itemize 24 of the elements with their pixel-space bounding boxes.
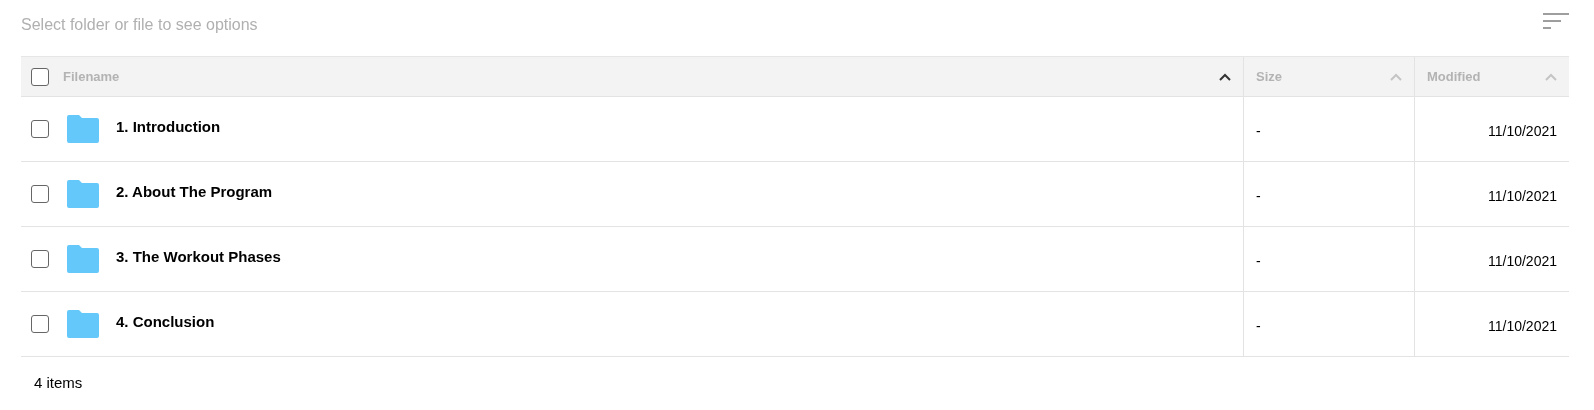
modified-date: 11/10/2021 [1487, 188, 1557, 204]
row-checkbox[interactable] [31, 315, 49, 333]
toolbar-hint: Select folder or file to see options [21, 16, 258, 34]
folder-icon [67, 310, 99, 338]
file-size: - [1256, 188, 1261, 204]
row-checkbox[interactable] [31, 185, 49, 203]
select-all-checkbox[interactable] [31, 67, 49, 86]
file-size: - [1256, 123, 1261, 139]
file-name[interactable]: 3. The Workout Phases [116, 247, 281, 265]
file-size: - [1256, 253, 1261, 269]
modified-date: 11/10/2021 [1487, 253, 1557, 269]
file-size: - [1256, 318, 1261, 334]
modified-date: 11/10/2021 [1487, 123, 1557, 139]
file-name[interactable]: 1. Introduction [116, 117, 221, 135]
modified-date: 11/10/2021 [1487, 318, 1557, 334]
sort-icon[interactable] [1543, 13, 1569, 31]
folder-icon [67, 115, 99, 143]
file-name[interactable]: 2. About The Program [116, 182, 273, 200]
row-checkbox[interactable] [31, 120, 49, 138]
item-count: 4 items [34, 373, 83, 391]
row-checkbox[interactable] [31, 250, 49, 268]
file-name[interactable]: 4. Conclusion [116, 312, 215, 330]
folder-icon [67, 180, 99, 208]
folder-icon [67, 245, 99, 273]
